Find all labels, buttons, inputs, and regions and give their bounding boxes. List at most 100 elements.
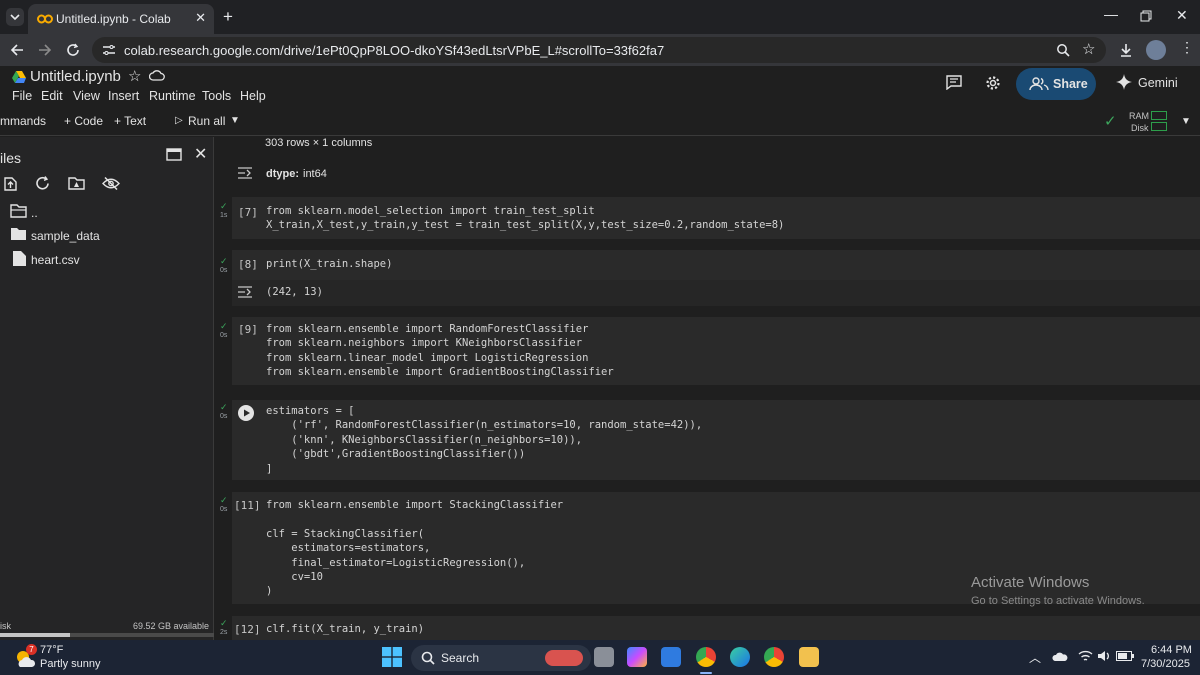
code-cell[interactable]: ✓ 0s estimators = [ ('rf', RandomForestC… [220,400,1200,480]
notebook-area[interactable]: 303 rows × 1 columns dtype: int64 ✓ 1s [… [215,137,1200,640]
taskbar-search[interactable]: Search [411,645,591,671]
back-arrow-icon[interactable] [10,43,24,57]
profile-avatar[interactable] [1146,40,1166,60]
chrome-profile-icon[interactable] [764,647,784,667]
store-icon[interactable] [661,647,681,667]
code-editor[interactable]: from sklearn.ensemble import RandomFores… [266,322,614,380]
chrome-icon[interactable] [696,647,716,667]
caret-down-icon[interactable]: ▼ [230,115,240,126]
menu-edit[interactable]: Edit [41,89,63,103]
exec-time: 0s [220,413,228,420]
weather-widget[interactable]: 7 [14,644,37,669]
task-view-icon[interactable] [594,647,614,667]
zoom-icon[interactable] [1056,43,1070,57]
omnibox[interactable]: colab.research.google.com/drive/1ePt0QpP… [92,37,1106,63]
output-rows: 303 rows × 1 columns [265,137,373,149]
share-button[interactable]: Share [1016,68,1096,100]
restore-icon[interactable] [1140,10,1152,22]
ram-meter[interactable] [1151,111,1167,120]
cell-prompt[interactable]: [11] [234,499,261,512]
refresh-icon[interactable] [35,176,50,191]
code-cell[interactable]: ✓ 0s [9] from sklearn.ensemble import Ra… [220,317,1200,385]
output-dtype-label: dtype: [266,168,299,180]
disk-meter[interactable] [1151,122,1167,131]
battery-icon[interactable] [1116,651,1134,661]
close-icon[interactable]: ✕ [194,144,207,164]
cell-prompt[interactable]: [7] [238,206,258,219]
upload-icon[interactable] [3,176,18,192]
weather-badge: 7 [26,644,37,655]
gemini-sparkle-icon[interactable] [1116,74,1132,90]
menu-view[interactable]: View [73,89,100,103]
download-icon[interactable] [1118,42,1134,58]
add-code-button[interactable]: + Code [64,114,103,128]
search-label: Search [441,651,480,665]
address-bar-row: colab.research.google.com/drive/1ePt0QpP… [0,34,1200,66]
code-editor[interactable]: from sklearn.model_selection import trai… [266,204,784,233]
menu-tools[interactable]: Tools [202,89,231,103]
clock-time[interactable]: 6:44 PM [1151,644,1192,656]
reload-icon[interactable] [66,43,80,57]
share-label: Share [1053,77,1088,91]
star-icon[interactable]: ☆ [128,67,141,85]
code-cell[interactable]: ✓ 0s [8] print(X_train.shape) [220,250,1200,280]
code-cell[interactable]: ✓ 1s [7] from sklearn.model_selection im… [220,197,1200,239]
output-toggle-icon[interactable] [237,166,253,180]
mount-drive-icon[interactable] [68,177,85,190]
bookmark-star-icon[interactable]: ☆ [1082,40,1095,58]
play-icon: ▷ [175,115,183,126]
run-all-button[interactable]: Run all [188,114,225,128]
minimize-button[interactable]: — [1104,6,1118,22]
cell-prompt[interactable]: [12] [234,623,261,636]
commands-button[interactable]: mmands [0,114,46,128]
code-editor[interactable]: clf.fit(X_train, y_train) [266,622,424,636]
show-hidden-icons-chevron-icon[interactable]: ︿ [1029,649,1041,666]
notebook-name[interactable]: Untitled.ipynb [30,68,121,85]
folder-icon [11,228,26,240]
cell-prompt[interactable]: [9] [238,323,258,336]
code-editor[interactable]: from sklearn.ensemble import StackingCla… [266,498,563,599]
code-editor[interactable]: estimators = [ ('rf', RandomForestClassi… [266,404,702,476]
exec-time: 2s [220,629,228,636]
code-cell[interactable]: ✓ 2s [12] clf.fit(X_train, y_train) [220,616,1200,640]
forward-arrow-icon[interactable] [38,43,52,57]
cell-prompt[interactable]: [8] [238,258,258,271]
url-text: colab.research.google.com/drive/1ePt0QpP… [124,43,665,58]
wifi-icon[interactable] [1078,650,1093,662]
browser-menu-icon[interactable]: ⋮ [1180,39,1194,56]
code-editor[interactable]: print(X_train.shape) [266,257,392,271]
file-explorer-icon[interactable] [799,647,819,667]
copilot-icon[interactable] [627,647,647,667]
settings-gear-icon[interactable] [985,75,1001,91]
clock-date[interactable]: 7/30/2025 [1141,658,1190,670]
comment-icon[interactable] [946,75,962,90]
output-toggle-icon[interactable] [237,285,253,299]
new-tab-button[interactable]: + [223,7,233,27]
cloud-icon[interactable] [149,69,165,81]
sidebar-title: iles [0,150,22,166]
site-settings-icon[interactable] [102,44,116,56]
windows-start-icon[interactable] [382,647,402,667]
menu-insert[interactable]: Insert [108,89,139,103]
close-window-button[interactable]: ✕ [1176,7,1188,24]
open-in-tab-icon[interactable] [166,148,182,161]
hide-files-icon[interactable] [102,177,120,190]
volume-icon[interactable] [1097,650,1111,662]
edge-icon[interactable] [730,647,750,667]
file-icon [13,251,26,266]
tab-list-button[interactable] [6,8,24,26]
success-check-icon: ✓ [220,618,228,628]
exec-time: 0s [220,332,228,339]
onedrive-cloud-icon[interactable] [1052,651,1068,662]
menu-file[interactable]: File [12,89,32,103]
files-sidebar: iles ✕ .. sample_data heart.csv isk 69.5… [0,137,214,640]
run-cell-button[interactable] [238,405,254,421]
menu-runtime[interactable]: Runtime [149,89,196,103]
menu-help[interactable]: Help [240,89,266,103]
disk-usage-fill [0,633,70,637]
tab-colab[interactable]: Untitled.ipynb - Colab ✕ [28,4,214,34]
gemini-button[interactable]: Gemini [1138,76,1178,90]
add-text-button[interactable]: + Text [114,114,146,128]
close-icon[interactable]: ✕ [195,10,206,26]
caret-down-icon[interactable]: ▼ [1181,116,1191,127]
